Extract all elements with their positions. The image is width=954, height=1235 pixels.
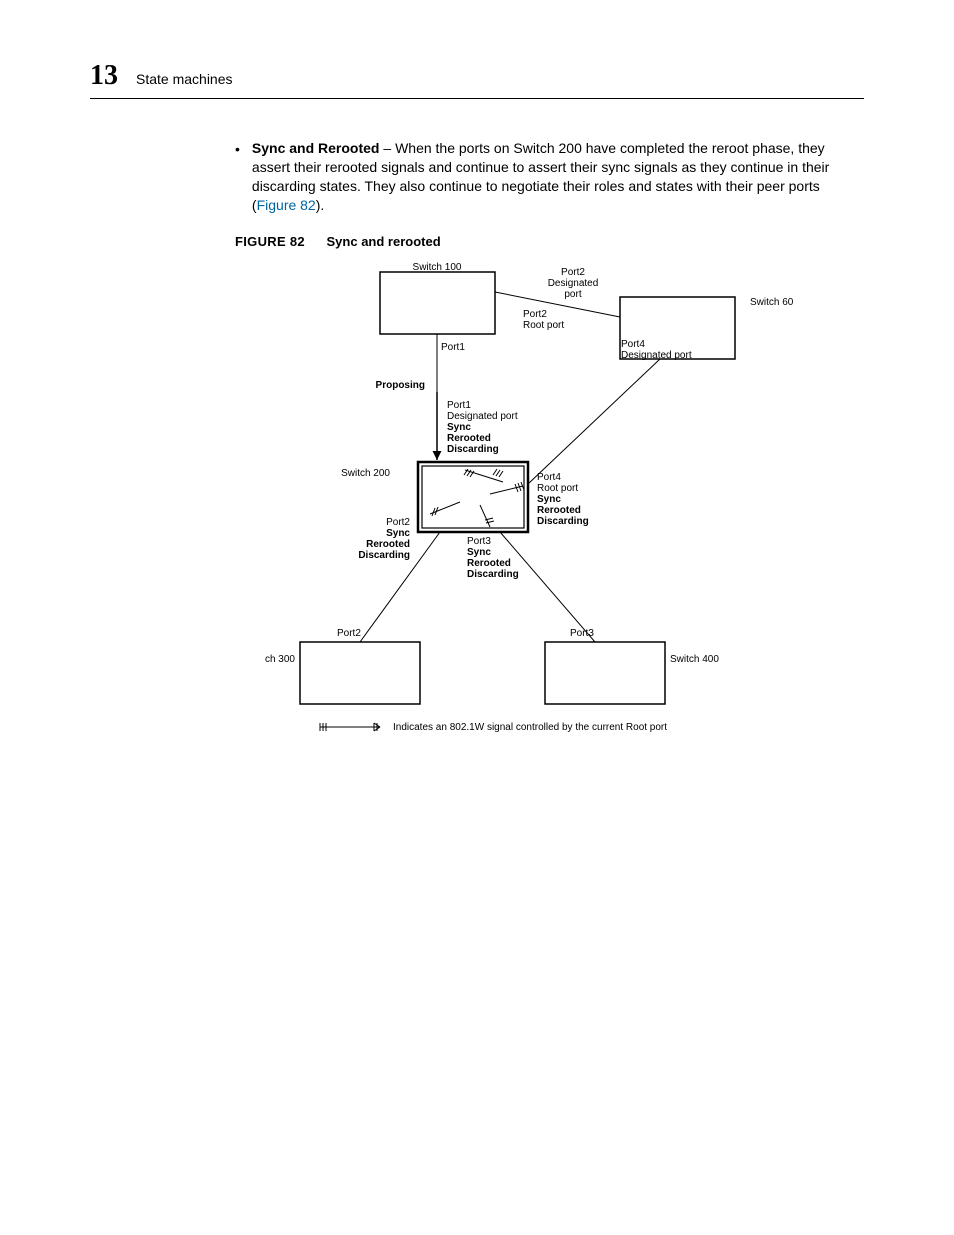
chapter-number: 13 bbox=[90, 60, 118, 92]
switch-300-label: Switch 300 bbox=[265, 654, 295, 665]
switch-60-label: Switch 60 bbox=[750, 297, 794, 308]
figure-title: Sync and rerooted bbox=[327, 234, 441, 249]
section-title: State machines bbox=[136, 71, 233, 87]
s200-port1-l4: Rerooted bbox=[447, 433, 491, 444]
page-header: 13 State machines bbox=[90, 60, 864, 99]
switch-100-label: Switch 100 bbox=[412, 262, 461, 273]
switch-200-label: Switch 200 bbox=[341, 468, 390, 479]
s60-port4-l2: Designated port bbox=[621, 350, 692, 361]
diagram: Switch 100 Switch 60 Switch 200 Switch 3… bbox=[265, 262, 825, 742]
bullet-item: • Sync and Rerooted – When the ports on … bbox=[235, 139, 854, 215]
diagram-svg: Switch 100 Switch 60 Switch 200 Switch 3… bbox=[265, 262, 825, 742]
switch-400-label: Switch 400 bbox=[670, 654, 719, 665]
s400-port3: Port3 bbox=[570, 628, 594, 639]
proposing-label: Proposing bbox=[375, 380, 424, 391]
bullet-text: Sync and Rerooted – When the ports on Sw… bbox=[252, 139, 854, 215]
legend-text: Indicates an 802.1W signal controlled by… bbox=[393, 722, 667, 733]
bullet-dash: – bbox=[380, 140, 396, 156]
signal-marks-group bbox=[430, 469, 524, 527]
switch-300-box bbox=[300, 642, 420, 704]
body-content: • Sync and Rerooted – When the ports on … bbox=[235, 139, 854, 742]
s100-port2-l1: Port2 bbox=[561, 267, 585, 278]
s200-port4-l1: Port4 bbox=[537, 472, 561, 483]
bullet-term: Sync and Rerooted bbox=[252, 140, 380, 156]
s60-port2-root-l1: Port2 bbox=[523, 309, 547, 320]
s200-port4-l2: Root port bbox=[537, 483, 578, 494]
s200-port4-l3: Sync bbox=[537, 494, 561, 505]
s60-port2-root-l2: Root port bbox=[523, 320, 564, 331]
s200-port2-l4: Discarding bbox=[358, 550, 410, 561]
s300-port2: Port2 bbox=[337, 628, 361, 639]
s200-port2-l1: Port2 bbox=[386, 517, 410, 528]
switch-100-box bbox=[380, 272, 495, 334]
s200-port2-l3: Rerooted bbox=[366, 539, 410, 550]
s100-port2-l2: Designated bbox=[547, 278, 598, 289]
figure-caption: FIGURE 82 Sync and rerooted bbox=[235, 233, 854, 251]
s200-port4-l5: Discarding bbox=[537, 516, 589, 527]
s200-port1-l3: Sync bbox=[447, 422, 471, 433]
switch-200-box-inner bbox=[422, 466, 524, 528]
figure-reference-link[interactable]: Figure 82 bbox=[257, 197, 316, 213]
s200-port4-l4: Rerooted bbox=[537, 505, 581, 516]
s100-port2-l3: port bbox=[564, 289, 581, 300]
s200-port1-l2: Designated port bbox=[447, 411, 518, 422]
s200-port3-l4: Discarding bbox=[467, 569, 519, 580]
page: 13 State machines • Sync and Rerooted – … bbox=[0, 0, 954, 1235]
s200-port1-l1: Port1 bbox=[447, 400, 471, 411]
bullet-marker: • bbox=[235, 141, 240, 158]
legend: Indicates an 802.1W signal controlled by… bbox=[320, 722, 667, 733]
s200-port1-l5: Discarding bbox=[447, 444, 499, 455]
s200-port3-l2: Sync bbox=[467, 547, 491, 558]
figure-label: FIGURE 82 bbox=[235, 234, 305, 249]
s100-port1: Port1 bbox=[441, 342, 465, 353]
s200-port2-l2: Sync bbox=[386, 528, 410, 539]
s60-port4-l1: Port4 bbox=[621, 339, 645, 350]
s200-port3-l3: Rerooted bbox=[467, 558, 511, 569]
bullet-desc-after: ). bbox=[316, 197, 325, 213]
s200-port3-l1: Port3 bbox=[467, 536, 491, 547]
switch-400-box bbox=[545, 642, 665, 704]
